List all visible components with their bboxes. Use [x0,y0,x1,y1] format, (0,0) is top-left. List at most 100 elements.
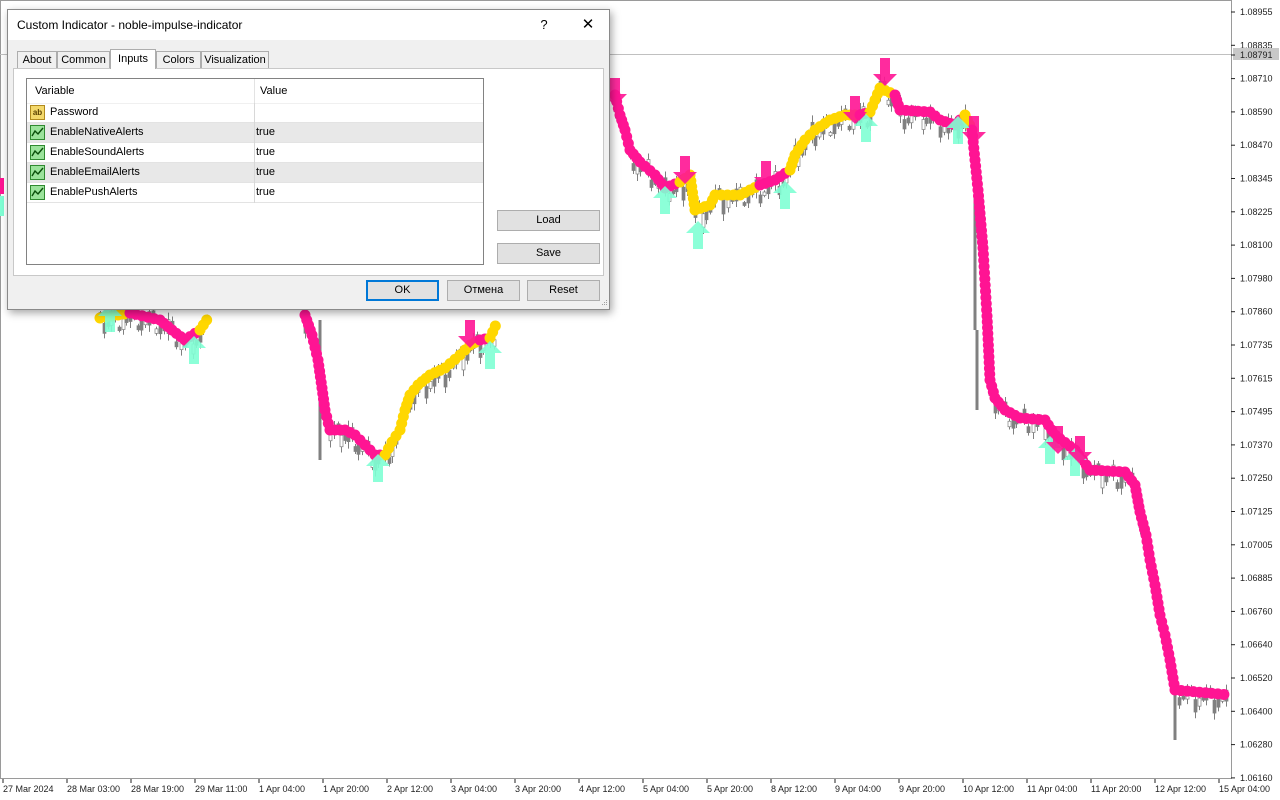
variable-value[interactable]: true [256,146,275,158]
price-label: 1.07615 [1240,373,1273,383]
resize-grip-icon[interactable] [598,298,608,308]
column-header-value[interactable]: Value [260,85,287,97]
price-label: 1.08955 [1240,7,1273,17]
uptrend-dot [489,320,501,332]
variable-value[interactable]: true [256,186,275,198]
time-label: 1 Apr 20:00 [323,784,369,794]
tab-about[interactable]: About [17,51,57,68]
close-button[interactable]: ✕ [576,14,600,36]
grid-row-enable-email-alerts[interactable]: EnableEmailAlerts true [27,163,483,183]
string-param-icon: ab [30,105,45,120]
candle-body [1177,697,1182,706]
price-label: 1.07495 [1240,407,1273,417]
price-label: 1.08590 [1240,107,1273,117]
column-separator [254,79,255,103]
candle-body [1061,447,1066,461]
candle-body [1026,426,1031,434]
variable-value[interactable]: true [256,126,275,138]
time-label: 2 Apr 12:00 [387,784,433,794]
candle-body [1007,420,1012,428]
candle-body [443,374,448,388]
buy-arrow-icon [0,196,4,216]
variable-name: EnableSoundAlerts [50,146,145,158]
price-label: 1.06760 [1240,606,1273,616]
bool-param-icon [30,165,45,180]
candle-body [921,119,926,130]
time-label: 28 Mar 03:00 [67,784,120,794]
inputs-grid[interactable]: Variable Value ab Password EnableNativeA… [26,78,484,265]
time-label: 8 Apr 12:00 [771,784,817,794]
grid-row-password[interactable]: ab Password [27,103,483,123]
tab-common[interactable]: Common [57,51,110,68]
candle-body [1212,699,1217,714]
candle-body [1119,474,1124,489]
bool-param-icon [30,125,45,140]
price-label: 1.08791 [1240,50,1273,60]
reset-button[interactable]: Reset [527,280,600,301]
time-label: 11 Apr 04:00 [1027,784,1077,794]
variable-name: EnablePushAlerts [50,186,138,198]
time-label: 9 Apr 04:00 [835,784,881,794]
grid-row-enable-sound-alerts[interactable]: EnableSoundAlerts true [27,143,483,163]
price-label: 1.07125 [1240,507,1273,517]
custom-indicator-dialog: Custom Indicator - noble-impulse-indicat… [7,9,610,310]
price-label: 1.07005 [1240,540,1273,550]
column-header-variable[interactable]: Variable [35,85,75,97]
candle-body [339,434,344,448]
variable-name: Password [50,106,99,118]
time-label: 10 Apr 12:00 [963,784,1014,794]
time-label: 27 Mar 2024 [3,784,54,794]
candle-body [906,117,911,124]
cell-separator [254,123,255,143]
time-label: 3 Apr 04:00 [451,784,497,794]
load-button[interactable]: Load [497,210,600,231]
time-label: 1 Apr 04:00 [259,784,305,794]
candle-body [1193,699,1198,713]
grid-header: Variable Value [27,79,483,104]
grid-row-enable-push-alerts[interactable]: EnablePushAlerts true [27,183,483,203]
price-label: 1.08100 [1240,240,1273,250]
price-label: 1.07980 [1240,273,1273,283]
price-label: 1.06400 [1240,706,1273,716]
save-button[interactable]: Save [497,243,600,264]
candle-body [721,199,726,215]
time-label: 4 Apr 12:00 [579,784,625,794]
time-label: 5 Apr 20:00 [707,784,753,794]
tab-visualization[interactable]: Visualization [201,51,269,68]
candle-body [631,163,636,171]
dialog-titlebar[interactable]: Custom Indicator - noble-impulse-indicat… [8,10,609,40]
cell-separator [254,103,255,123]
candle-body [1216,698,1221,708]
cell-separator [254,143,255,163]
grid-row-enable-native-alerts[interactable]: EnableNativeAlerts true [27,123,483,143]
candle-body [886,99,891,106]
price-label: 1.07860 [1240,307,1273,317]
time-label: 28 Mar 19:00 [131,784,184,794]
candle-body [1197,697,1202,707]
price-label: 1.06280 [1240,740,1273,750]
time-label: 3 Apr 20:00 [515,784,561,794]
buy-arrow-icon [686,221,710,249]
cancel-button[interactable]: Отмена [447,280,520,301]
candle-body [121,318,126,330]
tab-colors[interactable]: Colors [156,51,201,68]
bool-param-icon [30,125,45,140]
variable-name: EnableNativeAlerts [50,126,144,138]
candle-body [828,132,833,136]
uptrend-dot [201,314,213,326]
candle-body [1100,475,1105,489]
time-label: 11 Apr 20:00 [1091,784,1141,794]
variable-name: EnableEmailAlerts [50,166,140,178]
help-button[interactable]: ? [534,14,554,36]
candle-body [117,326,122,331]
time-label: 29 Mar 11:00 [195,784,247,794]
price-label: 1.06885 [1240,573,1273,583]
downtrend-dot [1218,688,1230,700]
tab-inputs[interactable]: Inputs [110,49,156,69]
ok-button[interactable]: OK [366,280,439,301]
price-label: 1.07370 [1240,440,1273,450]
price-label: 1.08345 [1240,174,1273,184]
dialog-title: Custom Indicator - noble-impulse-indicat… [17,18,243,32]
bool-param-icon [30,145,45,160]
variable-value[interactable]: true [256,166,275,178]
